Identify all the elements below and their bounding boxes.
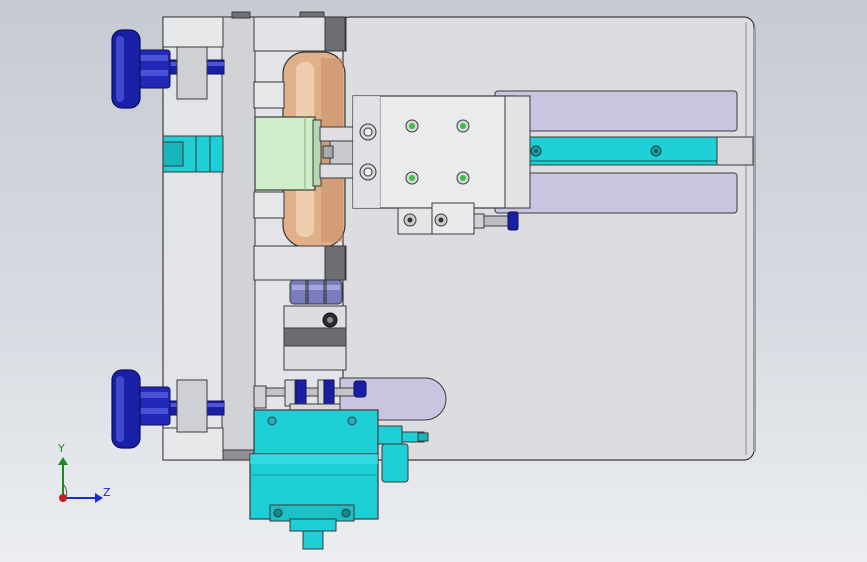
green-sensor-block[interactable] [254,116,322,191]
rotary-actuator[interactable] [249,409,379,550]
cyan-fitting-left[interactable] [162,135,224,173]
slide-table[interactable] [352,95,531,209]
triad-z-label: Z [103,486,111,499]
guide-rail-lower[interactable] [494,172,738,214]
view-orientation-triad-icon [58,457,103,503]
cad-viewport[interactable] [0,0,867,562]
guide-rail-upper[interactable] [494,90,738,132]
gripper-jaws[interactable] [319,126,359,179]
cyan-linear-rail[interactable] [514,136,754,166]
triad-y-label: Y [58,442,65,455]
shaft-coupling[interactable] [283,279,347,371]
